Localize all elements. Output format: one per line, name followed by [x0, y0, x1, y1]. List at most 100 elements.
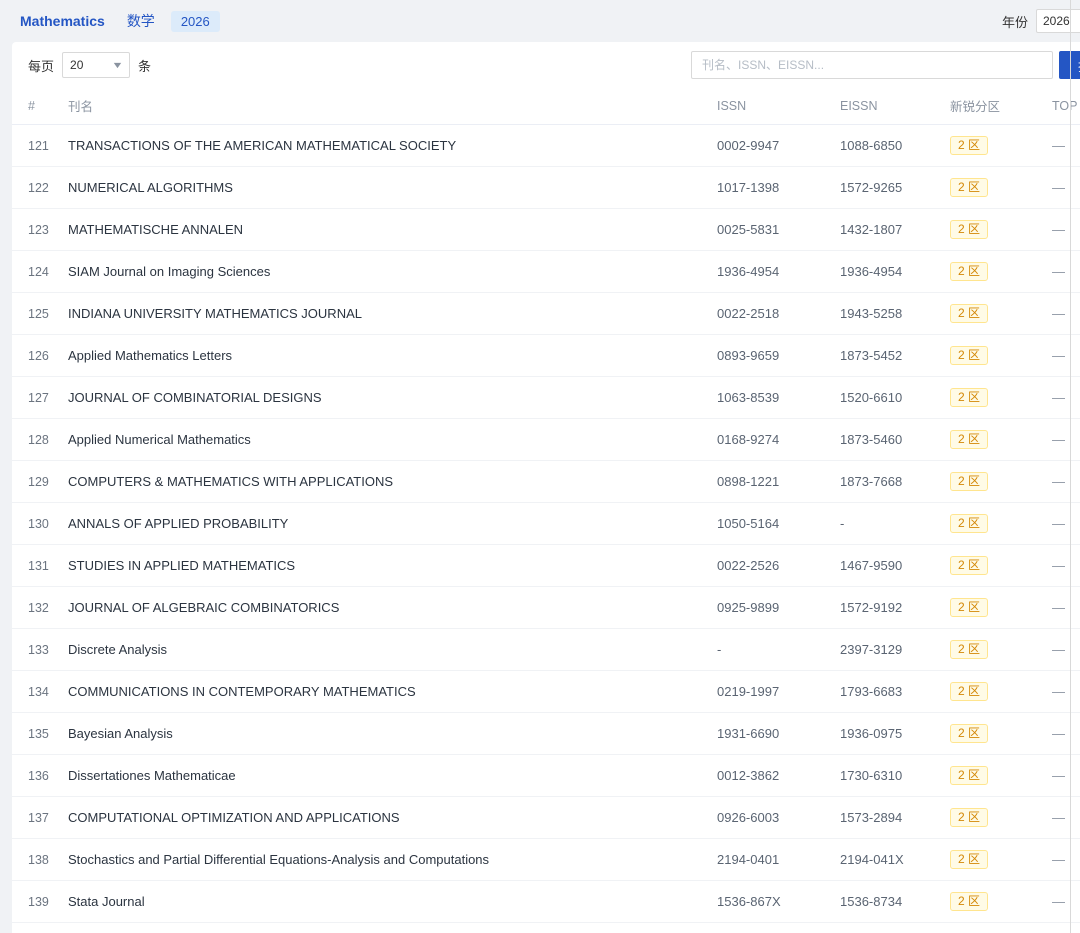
table-row[interactable]: 136 Dissertationes Mathematicae 0012-3862 1… — [12, 754, 1080, 797]
top-value: — — [1040, 376, 1080, 419]
journal-name[interactable]: INDIANA UNIVERSITY MATHEMATICS JOURNAL — [68, 292, 705, 335]
zone-cell: 2 区 — [938, 376, 1040, 419]
zone-cell: 2 区 — [938, 250, 1040, 293]
eissn-value: 1572-9192 — [828, 586, 938, 629]
journal-name[interactable]: STUDIES IN APPLIED MATHEMATICS — [68, 544, 705, 587]
table-row[interactable]: 133 Discrete Analysis -2397-3129 2 区 — — [12, 628, 1080, 671]
issn-value: 0022-2526 — [705, 544, 828, 587]
zone-badge: 2 区 — [950, 136, 989, 155]
table-row[interactable]: 138 Stochastics and Partial Differential … — [12, 838, 1080, 881]
issn-value: 0893-9659 — [705, 334, 828, 377]
journal-name[interactable]: SIAM Journal on Imaging Sciences — [68, 250, 705, 293]
table-row[interactable]: 128 Applied Numerical Mathematics 0168-927… — [12, 418, 1080, 461]
journal-name[interactable]: ANNALS OF APPLIED PROBABILITY — [68, 502, 705, 545]
journal-name[interactable]: Applied Numerical Mathematics — [68, 418, 705, 461]
year-tag[interactable]: 2026 — [170, 10, 220, 32]
per-page-select[interactable]: 20 ▼ — [62, 52, 131, 78]
top-value: — — [1040, 208, 1080, 251]
journal-name[interactable]: Dissertationes Mathematicae — [68, 754, 705, 797]
zone-badge: 2 区 — [950, 766, 989, 785]
top-value: — — [1040, 334, 1080, 377]
zone-cell: 2 区 — [938, 712, 1040, 755]
eissn-value: 1572-9265 — [828, 166, 938, 209]
table-row[interactable]: 126 Applied Mathematics Letters 0893-9659 1… — [12, 334, 1080, 377]
row-index: 129 — [12, 460, 68, 503]
zone-badge: 2 区 — [950, 220, 989, 239]
zone-badge: 2 区 — [950, 850, 989, 869]
issn-value: - — [705, 628, 828, 671]
zone-badge: 2 区 — [950, 556, 989, 575]
nav-link-mathematics[interactable]: Mathematics — [20, 13, 105, 29]
table-row[interactable]: 124 SIAM Journal on Imaging Sciences 1936-… — [12, 250, 1080, 293]
table-row[interactable]: 134 COMMUNICATIONS IN CONTEMPORARY MATHEM… — [12, 670, 1080, 713]
journal-name[interactable]: Advances in Calculus of Variations — [68, 922, 705, 933]
issn-value: 1050-5164 — [705, 502, 828, 545]
table-row[interactable]: 137 COMPUTATIONAL OPTIMIZATION AND APPLIC… — [12, 796, 1080, 839]
table-row[interactable]: 130 ANNALS OF APPLIED PROBABILITY 1050-516… — [12, 502, 1080, 545]
table-row[interactable]: 129 COMPUTERS & MATHEMATICS WITH APPLICAT… — [12, 460, 1080, 503]
eissn-value: 1864-8266 — [828, 922, 938, 933]
zone-badge: 2 区 — [950, 514, 989, 533]
journal-name[interactable]: Applied Mathematics Letters — [68, 334, 705, 377]
eissn-value: 1936-0975 — [828, 712, 938, 755]
zone-badge: 2 区 — [950, 808, 989, 827]
journal-name[interactable]: Bayesian Analysis — [68, 712, 705, 755]
journal-name[interactable]: COMPUTERS & MATHEMATICS WITH APPLICATION… — [68, 460, 705, 503]
table-row[interactable]: 135 Bayesian Analysis 1931-6690 1936-0975 2 … — [12, 712, 1080, 755]
col-header-name: 刊名 — [68, 88, 705, 125]
table-row[interactable]: 140Advances in Calculus of Variations186… — [12, 922, 1080, 933]
issn-value: 2194-0401 — [705, 838, 828, 881]
table-row[interactable]: 139 Stata Journal 1536-867X 1536-8734 2 区 — — [12, 880, 1080, 923]
issn-value: 0898-1221 — [705, 460, 828, 503]
issn-value: 1536-867X — [705, 880, 828, 923]
zone-cell: 2 区 — [938, 586, 1040, 629]
table-row[interactable]: 125 INDIANA UNIVERSITY MATHEMATICS JOURNA… — [12, 292, 1080, 335]
top-value: — — [1040, 712, 1080, 755]
zone-cell: 2 区 — [938, 166, 1040, 209]
zone-cell: 2 区 — [938, 838, 1040, 881]
zone-cell: 2 区 — [938, 418, 1040, 461]
top-value: — — [1040, 544, 1080, 587]
journal-name[interactable]: JOURNAL OF COMBINATORIAL DESIGNS — [68, 376, 705, 419]
journal-name[interactable]: Stata Journal — [68, 880, 705, 923]
row-index: 139 — [12, 880, 68, 923]
issn-value: 1063-8539 — [705, 376, 828, 419]
search-input[interactable] — [691, 51, 1053, 79]
table-row[interactable]: 123 MATHEMATISCHE ANNALEN 0025-5831 1432-18… — [12, 208, 1080, 251]
scrollbar[interactable] — [1070, 0, 1071, 933]
issn-value: 0022-2518 — [705, 292, 828, 335]
journal-name[interactable]: Stochastics and Partial Differential Equ… — [68, 838, 705, 881]
eissn-value: 2397-3129 — [828, 628, 938, 671]
table-row[interactable]: 122 NUMERICAL ALGORITHMS 1017-1398 1572-926… — [12, 166, 1080, 209]
top-value: — — [1040, 796, 1080, 839]
zone-badge: 2 区 — [950, 178, 989, 197]
issn-value: 0926-6003 — [705, 796, 828, 839]
col-header-zone: 新锐分区 — [938, 88, 1040, 125]
table-row[interactable]: 121 TRANSACTIONS OF THE AMERICAN MATHEMAT… — [12, 124, 1080, 167]
journal-name[interactable]: NUMERICAL ALGORITHMS — [68, 166, 705, 209]
nav-link-shuxue[interactable]: 数学 — [127, 11, 155, 31]
journal-name[interactable]: COMMUNICATIONS IN CONTEMPORARY MATHEMATI… — [68, 670, 705, 713]
zone-badge: 2 区 — [950, 682, 989, 701]
top-value: — — [1040, 586, 1080, 629]
journal-name[interactable]: MATHEMATISCHE ANNALEN — [68, 208, 705, 251]
journal-name[interactable]: COMPUTATIONAL OPTIMIZATION AND APPLICATI… — [68, 796, 705, 839]
table-row[interactable]: 131 STUDIES IN APPLIED MATHEMATICS 0022-25… — [12, 544, 1080, 587]
journal-name[interactable]: JOURNAL OF ALGEBRAIC COMBINATORICS — [68, 586, 705, 629]
table-row[interactable]: 127 JOURNAL OF COMBINATORIAL DESIGNS 1063-… — [12, 376, 1080, 419]
top-value: — — [1040, 418, 1080, 461]
col-header-eissn: EISSN — [828, 88, 938, 125]
issn-value: 1936-4954 — [705, 250, 828, 293]
eissn-value: 1730-6310 — [828, 754, 938, 797]
table-toolbar: 每页 20 ▼ 条 搜索 — [12, 42, 1080, 88]
table-row[interactable]: 132 JOURNAL OF ALGEBRAIC COMBINATORICS 092… — [12, 586, 1080, 629]
zone-badge: 2 区 — [950, 598, 989, 617]
row-index: 135 — [12, 712, 68, 755]
year-input[interactable] — [1036, 9, 1080, 33]
journal-name[interactable]: TRANSACTIONS OF THE AMERICAN MATHEMATICA… — [68, 124, 705, 167]
journal-name[interactable]: Discrete Analysis — [68, 628, 705, 671]
top-value: — — [1040, 502, 1080, 545]
row-index: 130 — [12, 502, 68, 545]
year-filter: 年份 — [1002, 9, 1080, 33]
eissn-value: 1873-5460 — [828, 418, 938, 461]
